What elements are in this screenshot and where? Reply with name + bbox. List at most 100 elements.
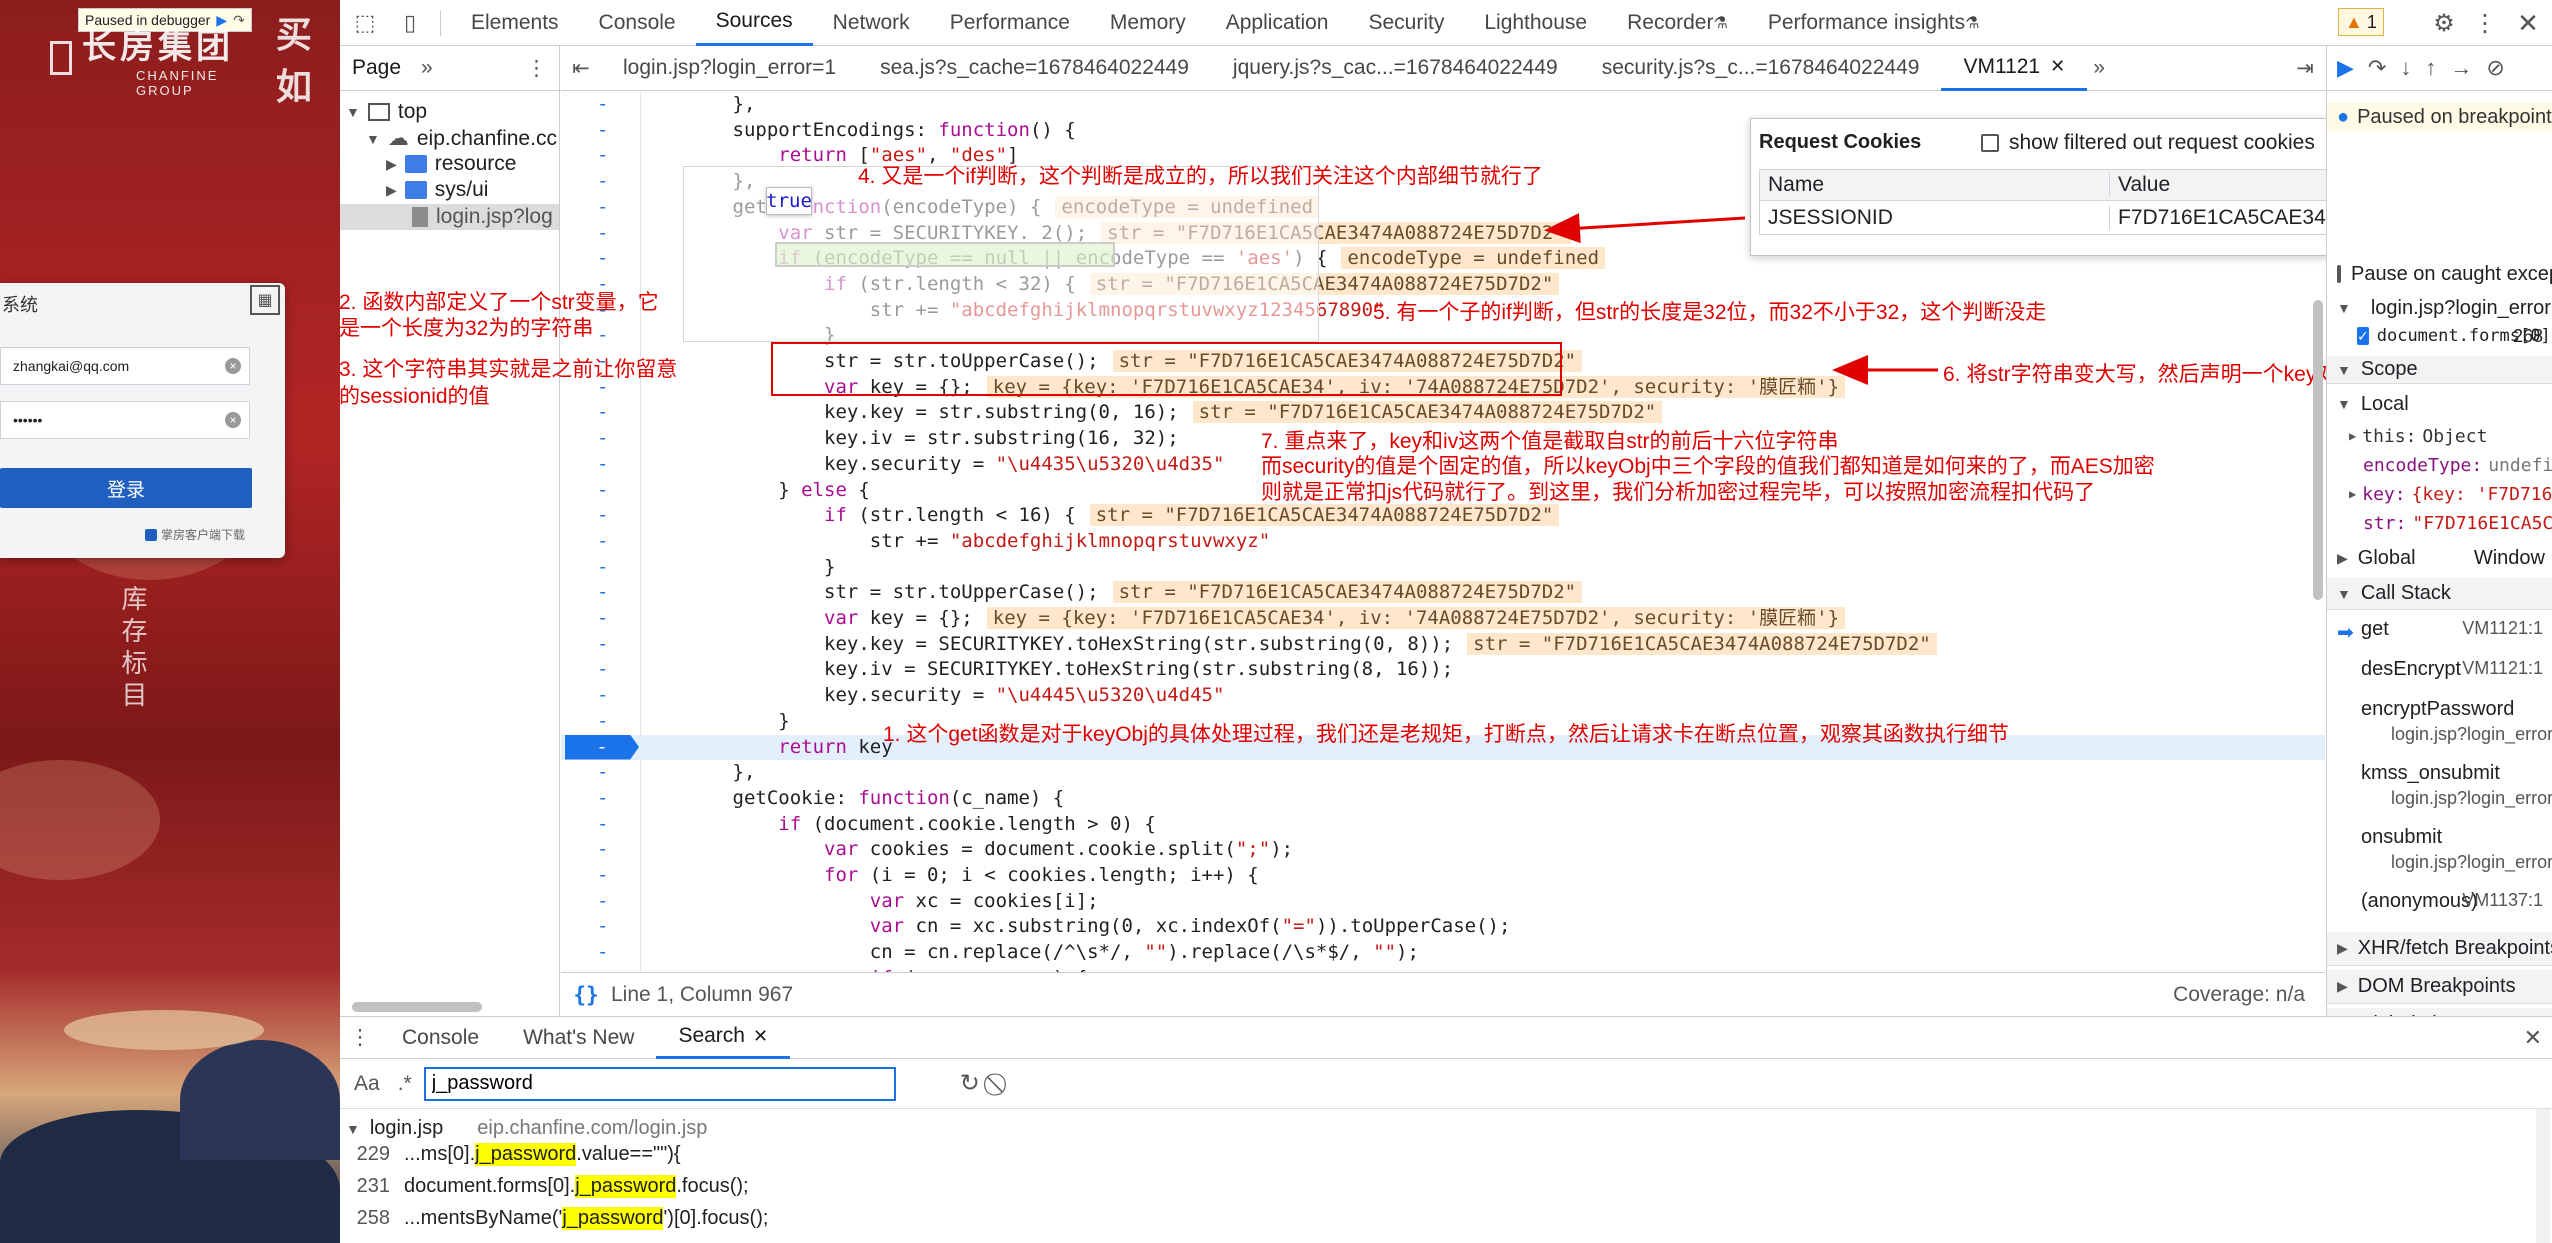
username-field[interactable]: zhangkai@qq.com ×	[0, 347, 250, 385]
column-value[interactable]: Value	[2110, 173, 2170, 197]
call-frame[interactable]: onsubmit login.jsp?login_error=1:271	[2327, 822, 2552, 882]
global-scope[interactable]: ▶ Global Window	[2327, 544, 2552, 572]
client-download-text: 掌房客户端下载	[161, 528, 246, 542]
login-button[interactable]: 登录	[0, 468, 252, 508]
logo-text: 长房集团	[82, 27, 235, 66]
web-page: Paused in debugger ▶ ↷ 长房集团 CHANFINE GRO…	[0, 0, 340, 1243]
local-scope[interactable]: ▼ Local	[2327, 390, 2552, 418]
frame-name: onsubmit	[2361, 826, 2443, 848]
scope-variable[interactable]: str:"F7D716E1CA5CAE3474A088	[2327, 509, 2552, 537]
expand-arrow-icon: ▼	[2337, 585, 2351, 602]
pretty-print-icon[interactable]: {}	[561, 983, 611, 1007]
close-drawer-icon[interactable]: ✕	[2524, 1025, 2542, 1051]
regex-button[interactable]: .*	[398, 1072, 412, 1096]
breakpoint-file[interactable]: ▼ login.jsp?login_error=1	[2327, 294, 2552, 322]
logo: 长房集团 CHANFINE GROUP 买如	[50, 6, 340, 110]
scope-header[interactable]: ▼ Scope	[2327, 356, 2552, 384]
password-field[interactable]: •••••• ×	[0, 401, 250, 439]
expand-arrow-icon: ▼	[346, 1120, 360, 1137]
scope-value: "F7D716E1CA5CAE3474A088	[2412, 512, 2552, 534]
refresh-icon[interactable]: ↻	[960, 1069, 980, 1098]
match-case-button[interactable]: Aa	[354, 1072, 380, 1096]
drawer-menu-icon[interactable]: ⋮	[340, 1025, 380, 1050]
password-value: ••••••	[13, 412, 43, 428]
frame-location: VM1121:1	[2462, 658, 2543, 678]
debugger-toolbar: ▶ ↷ ↓ ↑ → ⊘	[2327, 46, 2552, 91]
bottom-drawer: ⋮ Console What's New Search ✕ ✕ Aa .* ↻ ⃠…	[340, 1016, 2552, 1243]
qr-icon[interactable]: ▦	[250, 285, 280, 315]
call-frame[interactable]: (anonymous) VM1137:1	[2327, 886, 2552, 922]
cookies-title: Request Cookies	[1759, 131, 1922, 153]
results-scrollbar[interactable]	[2536, 1109, 2550, 1243]
result-match: j_password	[475, 1143, 577, 1166]
drawer-tabs: ⋮ Console What's New Search ✕ ✕	[340, 1017, 2552, 1059]
call-stack-header[interactable]: ▼ Call Stack	[2327, 578, 2552, 610]
frame-name: kmss_onsubmit	[2361, 762, 2500, 784]
result-file[interactable]: ▼ login.jsp eip.chanfine.com/login.jsp	[340, 1117, 707, 1140]
call-frame[interactable]: desEncrypt VM1121:1	[2327, 654, 2552, 690]
scope-key: str:	[2363, 512, 2407, 534]
collapse-arrow-icon: ▶	[2337, 978, 2348, 994]
frame-location: login.jsp?login_error=1:271	[2391, 852, 2552, 872]
show-filtered-checkbox[interactable]: show filtered out request cookies	[1981, 131, 2315, 155]
column-name[interactable]: Name	[1760, 173, 2110, 197]
step-over-icon[interactable]: ↷	[2368, 55, 2386, 81]
scope-key: this:	[2362, 425, 2417, 447]
cookie-name: JSESSIONID	[1760, 205, 2110, 230]
section-global-listeners[interactable]: ▶Global Listeners	[2327, 1008, 2552, 1016]
deactivate-breakpoints-icon[interactable]: ⊘	[2486, 55, 2504, 81]
search-result-line[interactable]: 231 document.forms[0]. j_password .focus();	[340, 1175, 749, 1198]
search-tab-label: Search	[678, 1024, 745, 1047]
editor-scrollbar[interactable]	[2313, 300, 2323, 600]
background-text: 库存标目	[118, 585, 148, 713]
step-icon[interactable]: →	[2450, 55, 2472, 81]
editor-status-bar: {} Line 1, Column 967 Coverage: n/a	[561, 972, 2325, 1016]
collapse-arrow-icon: ▶	[2349, 487, 2357, 501]
clear-icon[interactable]: ×	[225, 358, 241, 374]
call-frame[interactable]: ➡ get VM1121:1	[2327, 614, 2552, 650]
coverage: Coverage: n/a	[2173, 982, 2305, 1006]
breakpoint-line-number: 268	[2512, 325, 2543, 346]
scope-variable[interactable]: encodeType:undefined	[2327, 451, 2552, 479]
scope-variable[interactable]: ▶ this: Object	[2327, 422, 2552, 450]
call-frame[interactable]: encryptPassword login.jsp?login_error=1:2…	[2327, 694, 2552, 754]
checked-checkbox-icon[interactable]: ✓	[2357, 327, 2369, 345]
result-line-number: 231	[356, 1175, 390, 1197]
result-line-number: 258	[356, 1207, 390, 1229]
frame-location: login.jsp?login_error=1:236	[2391, 788, 2552, 808]
section-xhr-fetch-breakpoints[interactable]: ▶ XHR/fetch Breakpoints	[2327, 932, 2552, 966]
expand-arrow-icon: ▼	[2337, 396, 2351, 412]
call-frame[interactable]: kmss_onsubmit login.jsp?login_error=1:236	[2327, 758, 2552, 818]
breakpoint-entry[interactable]: ✓document.forms[0]....268	[2327, 322, 2552, 350]
scope-value: {key: 'F7D716E1CA5CAE34	[2411, 483, 2552, 505]
search-result-line[interactable]: 229 ...ms[0]. j_password .value==""){	[340, 1143, 681, 1166]
result-file-name: login.jsp	[369, 1117, 444, 1139]
breakpoint-file-name: login.jsp?login_error=1	[2370, 296, 2552, 319]
client-download-link[interactable]: 掌房客户端下载	[145, 526, 245, 543]
paused-banner: ● Paused on breakpoint	[2327, 102, 2552, 132]
expand-arrow-icon: ▼	[2337, 300, 2351, 316]
step-out-icon[interactable]: ↑	[2425, 55, 2436, 81]
frame-location: VM1121:1	[2462, 618, 2543, 638]
section-label: XHR/fetch Breakpoints	[2357, 937, 2552, 959]
section-dom-breakpoints[interactable]: ▶ DOM Breakpoints	[2327, 970, 2552, 1004]
resume-icon[interactable]: ▶	[2337, 55, 2354, 81]
scope-label: Scope	[2360, 358, 2418, 380]
drawer-tab-console[interactable]: Console	[380, 1026, 501, 1050]
pause-caught-exceptions[interactable]: Pause on caught exceptions	[2327, 260, 2552, 288]
search-input[interactable]	[423, 1066, 896, 1101]
scope-variable[interactable]: ▶ key:{key: 'F7D716E1CA5CAE34	[2327, 480, 2552, 508]
drawer-tab-search[interactable]: Search ✕	[656, 1017, 791, 1059]
result-pre: ...mentsByName('	[404, 1207, 563, 1229]
close-tab-icon[interactable]: ✕	[753, 1026, 768, 1047]
collapse-arrow-icon: ▶	[2349, 429, 2357, 443]
call-stack-label: Call Stack	[2360, 582, 2451, 604]
clear-icon[interactable]: ×	[225, 412, 241, 428]
search-result-line[interactable]: 258 ...mentsByName(' j_password ')[0].focus…	[340, 1207, 768, 1230]
drawer-tab-whats-new[interactable]: What's New	[501, 1026, 656, 1050]
step-into-icon[interactable]: ↓	[2400, 55, 2411, 81]
result-post: .focus();	[676, 1175, 749, 1197]
devtools: ⬚ ▯ Elements Console Sources Network Perform…	[339, 0, 2552, 1243]
result-match: j_password	[562, 1207, 664, 1230]
frame-location: login.jsp?login_error=1:268	[2391, 724, 2552, 744]
